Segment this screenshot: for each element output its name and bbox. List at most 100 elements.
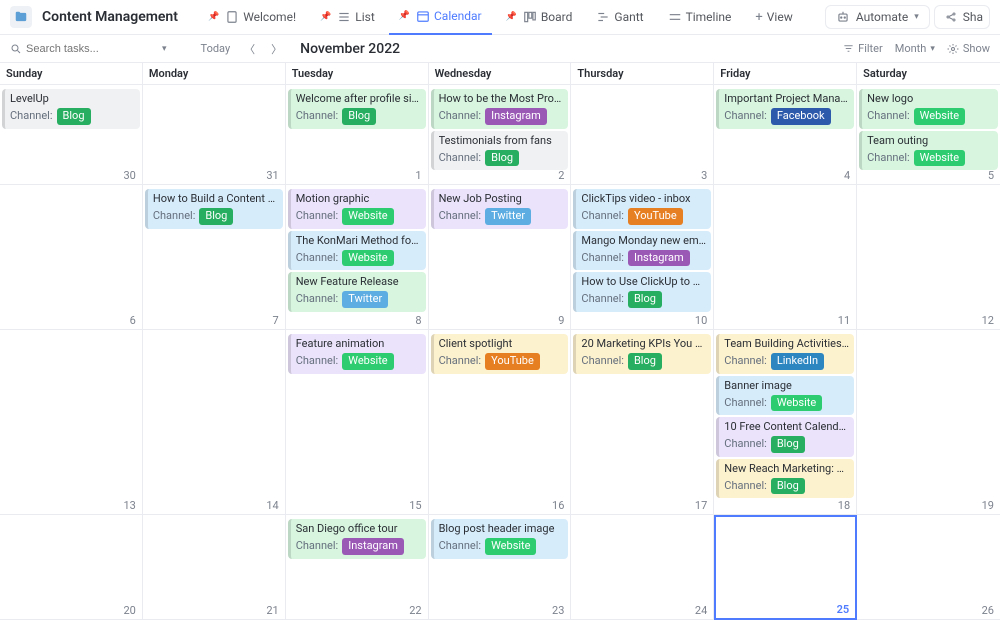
- event-title: Testimonials from fans: [439, 134, 564, 148]
- show-button[interactable]: Show: [947, 42, 990, 55]
- calendar-event[interactable]: New Reach Marketing: How CliChannel:Blog: [716, 459, 854, 499]
- calendar-event[interactable]: How to be the Most ProductiveChannel:Ins…: [431, 89, 569, 129]
- calendar-cell[interactable]: 24: [571, 515, 714, 620]
- pin-icon: 📌: [320, 12, 331, 22]
- next-month-button[interactable]: 〉: [269, 41, 284, 57]
- calendar-event[interactable]: Welcome after profile sign-upChannel:Blo…: [288, 89, 426, 129]
- automate-button[interactable]: Automate ▾: [825, 5, 930, 29]
- calendar-cell[interactable]: New logoChannel:WebsiteTeam outingChanne…: [857, 85, 1000, 185]
- calendar-cell[interactable]: 14: [143, 330, 286, 515]
- calendar-cell[interactable]: 6: [0, 185, 143, 330]
- calendar-cell[interactable]: ClickTips video - inboxChannel:YouTubeMa…: [571, 185, 714, 330]
- calendar-event[interactable]: Motion graphicChannel:Website: [288, 189, 426, 229]
- calendar-event[interactable]: Client spotlightChannel:YouTube: [431, 334, 569, 374]
- calendar-cell[interactable]: 3: [571, 85, 714, 185]
- calendar-event[interactable]: 20 Marketing KPIs You Need toChannel:Blo…: [573, 334, 711, 374]
- gantt-icon: [596, 10, 610, 24]
- calendar-cell[interactable]: How to Build a Content CreationChannel:B…: [143, 185, 286, 330]
- calendar-event[interactable]: The KonMari Method for ProjectChannel:We…: [288, 231, 426, 271]
- calendar-cell[interactable]: Blog post header imageChannel:Website23: [429, 515, 572, 620]
- event-title: How to Use ClickUp to Succeed: [581, 275, 706, 289]
- date-number: 4: [844, 169, 850, 182]
- calendar-event[interactable]: How to Use ClickUp to SucceedChannel:Blo…: [573, 272, 711, 312]
- search-chevron-icon[interactable]: ▾: [162, 44, 167, 54]
- channel-label: Channel:: [581, 354, 624, 368]
- channel-label: Channel:: [296, 109, 339, 123]
- calendar-event[interactable]: 10 Free Content Calendar TempChannel:Blo…: [716, 417, 854, 457]
- calendar-grid: LevelUpChannel:Blog3031Welcome after pro…: [0, 85, 1000, 620]
- calendar-cell[interactable]: 19: [857, 330, 1000, 515]
- calendar-event[interactable]: New Feature ReleaseChannel:Twitter: [288, 272, 426, 312]
- date-number: 31: [266, 169, 278, 182]
- date-number: 15: [409, 499, 421, 512]
- tab-calendar[interactable]: 📌 Calendar: [389, 0, 492, 35]
- calendar-cell[interactable]: Team Building Activities: 25 ExChannel:L…: [714, 330, 857, 515]
- date-number: 26: [982, 604, 994, 617]
- channel-label: Channel:: [10, 109, 53, 123]
- search-input[interactable]: [26, 43, 136, 55]
- calendar-event[interactable]: LevelUpChannel:Blog: [2, 89, 140, 129]
- tab-board[interactable]: 📌 Board: [496, 0, 583, 35]
- channel-chip: Website: [342, 353, 393, 369]
- calendar-cell[interactable]: 31: [143, 85, 286, 185]
- event-title: New Job Posting: [439, 192, 564, 206]
- page-title: Content Management: [42, 9, 178, 25]
- event-title: San Diego office tour: [296, 522, 421, 536]
- add-view-button[interactable]: + View: [745, 0, 802, 35]
- tab-gantt[interactable]: Gantt: [586, 0, 653, 35]
- calendar-cell[interactable]: 13: [0, 330, 143, 515]
- share-button[interactable]: Sha: [934, 5, 990, 29]
- calendar-cell[interactable]: Client spotlightChannel:YouTube16: [429, 330, 572, 515]
- calendar-event[interactable]: Banner imageChannel:Website: [716, 376, 854, 416]
- day-header-cell: Saturday: [857, 63, 1000, 84]
- calendar-event[interactable]: Team outingChannel:Website: [859, 131, 998, 171]
- calendar-event[interactable]: Team Building Activities: 25 ExChannel:L…: [716, 334, 854, 374]
- calendar-event[interactable]: Important Project ManagementChannel:Face…: [716, 89, 854, 129]
- calendar-event[interactable]: Mango Monday new employeeChannel:Instagr…: [573, 231, 711, 271]
- event-channel-row: Channel: Blog: [581, 353, 706, 369]
- calendar-event[interactable]: How to Build a Content CreationChannel:B…: [145, 189, 283, 229]
- calendar-cell[interactable]: 26: [857, 515, 1000, 620]
- calendar-cell[interactable]: Important Project ManagementChannel:Face…: [714, 85, 857, 185]
- filter-button[interactable]: Filter: [843, 42, 883, 55]
- tab-list[interactable]: 📌 List: [310, 0, 385, 35]
- calendar-cell[interactable]: 11: [714, 185, 857, 330]
- calendar-cell[interactable]: 20: [0, 515, 143, 620]
- date-number: 7: [273, 314, 279, 327]
- search-wrap[interactable]: [10, 43, 150, 55]
- calendar-event[interactable]: Testimonials from fansChannel:Blog: [431, 131, 569, 171]
- calendar-cell[interactable]: How to be the Most ProductiveChannel:Ins…: [429, 85, 572, 185]
- calendar-event[interactable]: New Job PostingChannel:Twitter: [431, 189, 569, 229]
- tab-timeline[interactable]: Timeline: [658, 0, 742, 35]
- tab-welcome[interactable]: 📌 Welcome!: [198, 0, 306, 35]
- calendar-cell[interactable]: New Job PostingChannel:Twitter9: [429, 185, 572, 330]
- channel-chip: Blog: [57, 108, 91, 124]
- event-channel-row: Channel:LinkedIn: [724, 353, 849, 369]
- calendar-cell[interactable]: 25: [714, 515, 857, 620]
- calendar-cell[interactable]: 20 Marketing KPIs You Need toChannel:Blo…: [571, 330, 714, 515]
- channel-chip: Blog: [771, 478, 805, 494]
- calendar-event[interactable]: ClickTips video - inboxChannel:YouTube: [573, 189, 711, 229]
- calendar-cell[interactable]: Welcome after profile sign-upChannel:Blo…: [286, 85, 429, 185]
- calendar-cell[interactable]: Feature animationChannel:Website 15: [286, 330, 429, 515]
- channel-chip: LinkedIn: [771, 353, 824, 369]
- today-button[interactable]: Today: [201, 42, 231, 55]
- calendar-event[interactable]: Blog post header imageChannel:Website: [431, 519, 569, 559]
- channel-label: Channel:: [296, 292, 339, 306]
- calendar-cell[interactable]: 12: [857, 185, 1000, 330]
- calendar-event[interactable]: Feature animationChannel:Website: [288, 334, 426, 374]
- event-title: Mango Monday new employee: [581, 234, 706, 248]
- event-title: 10 Free Content Calendar Temp: [724, 420, 849, 434]
- calendar-cell[interactable]: LevelUpChannel:Blog30: [0, 85, 143, 185]
- calendar-cell[interactable]: San Diego office tourChannel:Instagram22: [286, 515, 429, 620]
- prev-month-button[interactable]: 〈: [242, 41, 257, 57]
- calendar-event[interactable]: San Diego office tourChannel:Instagram: [288, 519, 426, 559]
- event-title: How to be the Most Productive: [439, 92, 564, 106]
- channel-chip: Blog: [628, 353, 662, 369]
- pin-icon: 📌: [208, 12, 219, 22]
- calendar-event[interactable]: New logoChannel:Website: [859, 89, 998, 129]
- channel-chip: Website: [485, 538, 536, 554]
- calendar-cell[interactable]: 21: [143, 515, 286, 620]
- calendar-cell[interactable]: Motion graphicChannel:WebsiteThe KonMari…: [286, 185, 429, 330]
- month-select[interactable]: Month ▾: [895, 42, 935, 55]
